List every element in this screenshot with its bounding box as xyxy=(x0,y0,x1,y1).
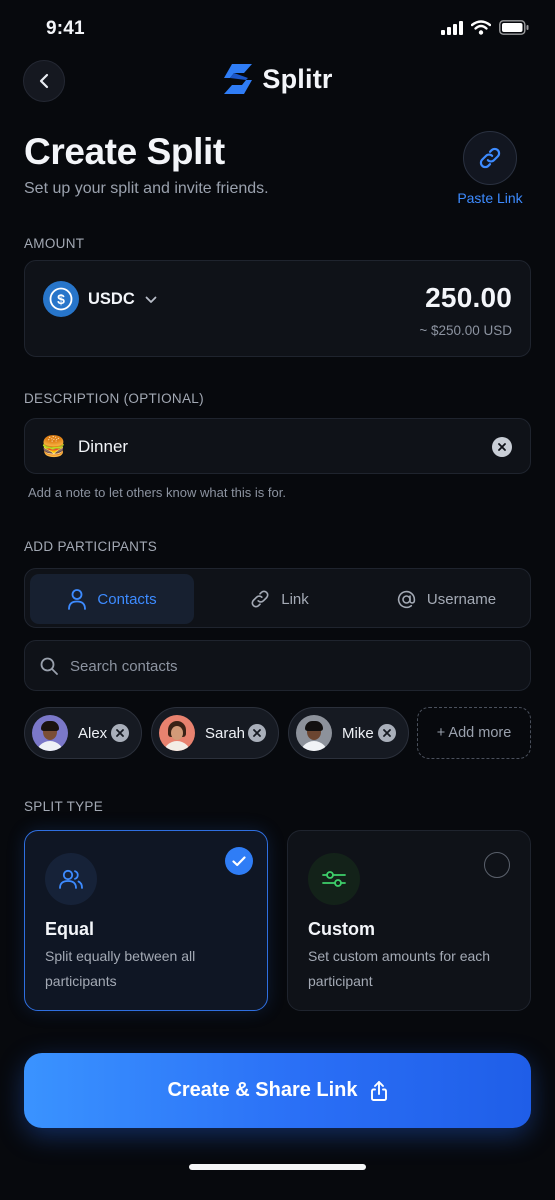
paste-link-button[interactable] xyxy=(463,131,517,185)
usdc-icon: $ xyxy=(43,281,79,317)
page-subtitle: Set up your split and invite friends. xyxy=(24,180,269,197)
split-option-description: Set custom amounts for each participant xyxy=(308,948,491,989)
tab-link-label: Link xyxy=(281,590,309,608)
description-field[interactable]: 🍔 Dinner xyxy=(24,418,531,474)
amount-section-label: AMOUNT xyxy=(24,236,85,251)
close-icon xyxy=(253,729,261,737)
home-indicator xyxy=(189,1164,366,1170)
amount-fiat: ~ $250.00 USD xyxy=(419,323,512,338)
tab-username-label: Username xyxy=(426,590,497,608)
tab-contacts[interactable]: Contacts xyxy=(30,574,194,624)
avatar xyxy=(296,715,332,751)
participant-chip-sarah: Sarah xyxy=(151,707,279,759)
description-hint: Add a note to let others know what this … xyxy=(28,485,286,500)
page-title: Create Split xyxy=(24,131,225,172)
svg-text:$: $ xyxy=(57,291,65,307)
wifi-icon xyxy=(471,20,491,35)
users-icon xyxy=(45,853,97,905)
cta-label: Create & Share Link xyxy=(167,1079,358,1101)
split-option-equal[interactable]: Equal Split equally between all particip… xyxy=(24,830,268,1011)
participant-name: Alex xyxy=(78,724,108,742)
participant-name: Sarah xyxy=(205,724,246,742)
brand: Splitr xyxy=(0,62,555,96)
close-icon xyxy=(498,443,506,451)
unselected-radio-icon[interactable] xyxy=(484,852,510,878)
burger-emoji-icon: 🍔 xyxy=(41,436,66,458)
participant-chip-alex: Alex xyxy=(24,707,142,759)
paste-link-label[interactable]: Paste Link xyxy=(452,190,528,206)
splitr-logo-icon xyxy=(224,64,253,94)
link-icon xyxy=(251,590,269,608)
battery-icon xyxy=(499,20,529,35)
participant-name: Mike xyxy=(342,724,374,742)
description-section-label: DESCRIPTION (OPTIONAL) xyxy=(24,391,204,406)
participant-tabs: Contacts Link Username xyxy=(24,568,531,628)
amount-card[interactable]: $ USDC 250.00 ~ $250.00 USD xyxy=(24,260,531,357)
status-icons xyxy=(441,20,529,35)
split-type-section-label: SPLIT TYPE xyxy=(24,799,104,814)
tab-contacts-label: Contacts xyxy=(97,590,157,608)
participant-chip-mike: Mike xyxy=(288,707,409,759)
sliders-icon xyxy=(308,853,360,905)
amount-input[interactable]: 250.00 xyxy=(425,282,512,314)
user-icon xyxy=(68,589,87,610)
close-icon xyxy=(383,729,391,737)
close-icon xyxy=(116,729,124,737)
remove-participant-button[interactable] xyxy=(111,724,129,742)
signal-icon xyxy=(441,20,463,35)
token-selector[interactable]: USDC xyxy=(88,290,157,309)
remove-participant-button[interactable] xyxy=(248,724,266,742)
tab-link[interactable]: Link xyxy=(197,574,361,624)
share-icon xyxy=(370,1080,387,1101)
clear-description-button[interactable] xyxy=(492,437,512,457)
token-symbol: USDC xyxy=(88,290,135,308)
participants-section-label: ADD PARTICIPANTS xyxy=(24,539,158,554)
description-value[interactable]: Dinner xyxy=(78,437,128,457)
tab-username[interactable]: Username xyxy=(364,574,528,624)
search-contacts-input[interactable] xyxy=(70,649,510,683)
selected-check-icon xyxy=(225,847,253,875)
chevron-down-icon xyxy=(145,296,157,303)
search-icon xyxy=(40,657,58,675)
create-share-link-button[interactable]: Create & Share Link xyxy=(24,1053,531,1128)
split-option-title: Equal xyxy=(45,919,95,939)
brand-name: Splitr xyxy=(262,63,333,94)
remove-participant-button[interactable] xyxy=(378,724,396,742)
status-time: 9:41 xyxy=(46,18,85,39)
at-sign-icon xyxy=(397,590,416,608)
avatar xyxy=(32,715,68,751)
split-option-title: Custom xyxy=(308,919,375,939)
add-more-button[interactable]: + Add more xyxy=(417,707,531,759)
avatar xyxy=(159,715,195,751)
split-option-custom[interactable]: Custom Set custom amounts for each parti… xyxy=(287,830,531,1011)
link-icon xyxy=(479,147,501,169)
search-field[interactable] xyxy=(24,640,531,691)
split-option-description: Split equally between all participants xyxy=(45,948,196,989)
